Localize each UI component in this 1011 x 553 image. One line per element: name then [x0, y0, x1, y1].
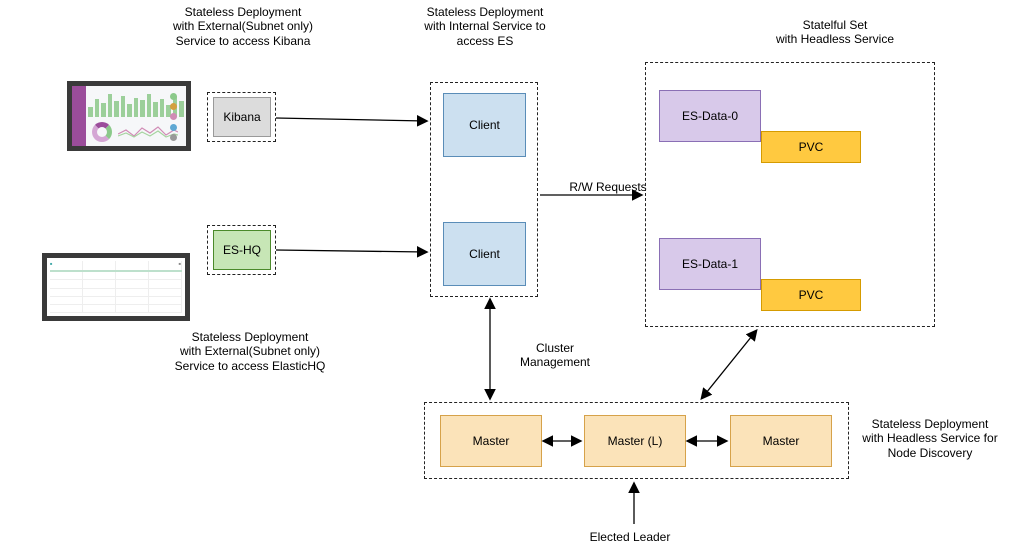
node-label: Master (L)	[608, 434, 663, 448]
node-label: ES-Data-0	[682, 109, 738, 123]
node-label: ES-Data-1	[682, 257, 738, 271]
node-esdata-1: ES-Data-1	[659, 238, 761, 290]
node-client-1: Client	[443, 93, 526, 157]
screenshot-kibana	[67, 81, 191, 151]
node-client-2: Client	[443, 222, 526, 286]
node-pvc-1: PVC	[761, 279, 861, 311]
node-label: Kibana	[223, 110, 260, 124]
node-eshq: ES-HQ	[213, 230, 271, 270]
node-kibana: Kibana	[213, 97, 271, 137]
node-label: PVC	[799, 288, 824, 302]
caption-master-deployment: Stateless Deploymentwith Headless Servic…	[855, 417, 1005, 460]
node-label: ES-HQ	[223, 243, 261, 257]
caption-eshq-deployment: Stateless Deploymentwith External(Subnet…	[150, 330, 350, 373]
node-label: Master	[763, 434, 800, 448]
caption-elected-leader: Elected Leader	[570, 530, 690, 544]
node-master-3: Master	[730, 415, 832, 467]
caption-cluster-management: ClusterManagement	[505, 341, 605, 370]
screenshot-eshq: ■■	[42, 253, 190, 321]
node-pvc-0: PVC	[761, 131, 861, 163]
caption-client-deployment: Stateless Deploymentwith Internal Servic…	[400, 5, 570, 48]
node-master-leader: Master (L)	[584, 415, 686, 467]
node-label: PVC	[799, 140, 824, 154]
caption-statefulset: Statelful Setwith Headless Service	[750, 18, 920, 47]
caption-kibana-deployment: Stateless Deploymentwith External(Subnet…	[148, 5, 338, 48]
node-label: Master	[473, 434, 510, 448]
node-label: Client	[469, 118, 500, 132]
node-esdata-0: ES-Data-0	[659, 90, 761, 142]
diagram-canvas: Stateless Deploymentwith External(Subnet…	[0, 0, 1011, 553]
node-master-1: Master	[440, 415, 542, 467]
node-label: Client	[469, 247, 500, 261]
